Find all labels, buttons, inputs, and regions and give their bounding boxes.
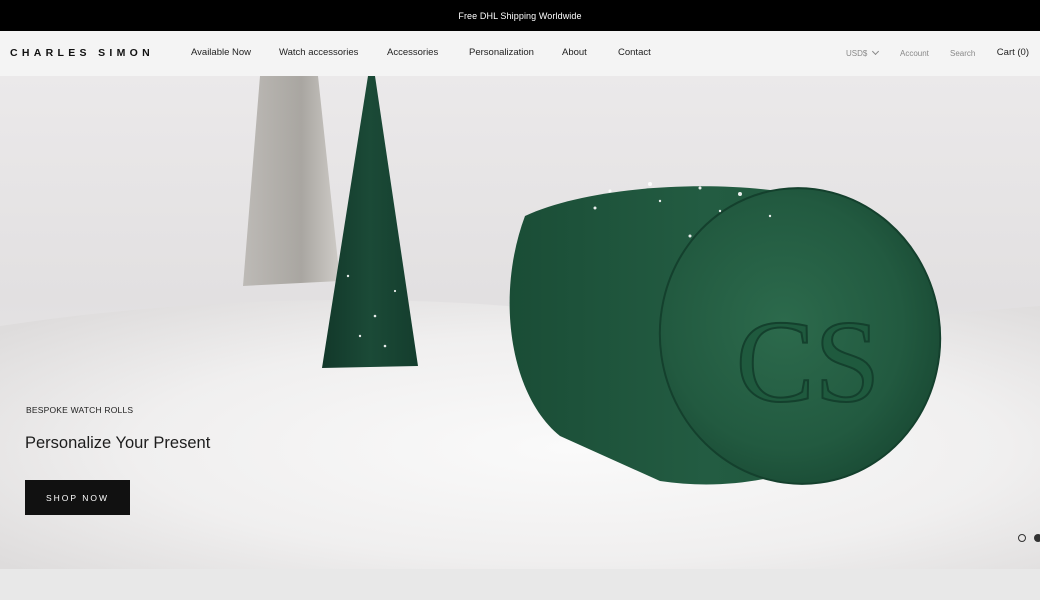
chevron-down-icon (872, 47, 880, 56)
announcement-bar: Free DHL Shipping Worldwide (0, 0, 1040, 31)
search-link[interactable]: Search (950, 49, 975, 58)
nav-accessories[interactable]: Accessories (387, 47, 438, 58)
monogram-text: CS (736, 296, 880, 427)
account-link[interactable]: Account (900, 49, 929, 58)
brand-logo[interactable]: CHARLES SIMON (10, 47, 154, 59)
hero-image: CS (0, 76, 1040, 569)
below-hero-section (0, 569, 1040, 600)
hero-eyebrow: BESPOKE WATCH ROLLS (26, 405, 134, 415)
nav-personalization[interactable]: Personalization (469, 47, 534, 58)
nav-available-now[interactable]: Available Now (191, 47, 251, 58)
nav-about[interactable]: About (562, 47, 587, 58)
site-header: CHARLES SIMON Available Now Watch access… (0, 31, 1040, 76)
slide-dot-1[interactable] (1018, 534, 1026, 542)
hero-headline: Personalize Your Present (25, 434, 211, 452)
currency-label: USD$ (846, 49, 868, 58)
announcement-text: Free DHL Shipping Worldwide (458, 10, 582, 21)
hero-banner: CS BESPOKE WATCH ROLLS Personalize Your … (0, 76, 1040, 569)
currency-selector[interactable]: USD$ (846, 47, 880, 58)
slide-dot-2[interactable] (1034, 534, 1040, 542)
cart-link[interactable]: Cart (0) (997, 47, 1029, 58)
shop-now-button[interactable]: SHOP NOW (25, 480, 130, 515)
nav-contact[interactable]: Contact (618, 47, 651, 58)
nav-watch-accessories[interactable]: Watch accessories (279, 47, 358, 58)
